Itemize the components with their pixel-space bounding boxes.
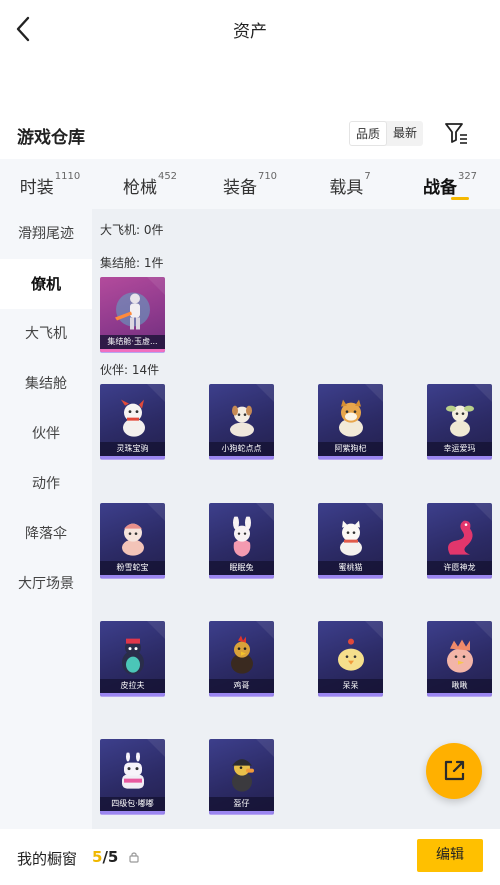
item-card[interactable]: 皮拉夫 xyxy=(100,621,165,696)
sidebar: 滑翔尾迹 僚机 大飞机 集结舱 伙伴 动作 降落伞 大厅场景 xyxy=(0,209,92,829)
showcase-label: 我的橱窗 xyxy=(17,850,78,868)
item-content: 大飞机: 0件 集结舱: 1件 集结舱·玉虚... 伙伴: 14件 灵珠宝驹 小… xyxy=(92,209,500,829)
sidebar-item-wingman[interactable]: 僚机 xyxy=(0,259,92,309)
item-card-label: 灵珠宝驹 xyxy=(100,442,165,456)
share-button[interactable] xyxy=(426,743,482,799)
sidebar-item-emote[interactable]: 动作 xyxy=(0,459,92,509)
sidebar-item-parachute[interactable]: 降落伞 xyxy=(0,509,92,559)
item-card-label: 粉雪蛇宝 xyxy=(100,561,165,575)
tab-equipment[interactable]: 装备710 xyxy=(200,159,300,209)
filter-button[interactable] xyxy=(443,121,469,145)
warehouse-title: 游戏仓库 xyxy=(17,128,85,148)
item-card[interactable]: 集结舱·玉虚... xyxy=(100,277,165,352)
item-card[interactable]: 啾啾 xyxy=(427,621,492,696)
item-card[interactable]: 鸡哥 xyxy=(209,621,274,696)
page-title: 资产 xyxy=(233,22,267,42)
penguin-figure-icon xyxy=(121,638,144,675)
sort-newest-button[interactable]: 最新 xyxy=(387,121,423,146)
sidebar-item-partner[interactable]: 伙伴 xyxy=(0,409,92,459)
item-card[interactable]: 幸运爱玛 xyxy=(427,384,492,459)
item-card-label: 蜜桃猫 xyxy=(318,561,383,575)
item-card-label: 四级包·嘟嘟 xyxy=(100,797,165,811)
item-card-label: 呆呆 xyxy=(318,679,383,693)
active-tab-indicator xyxy=(451,197,469,200)
sidebar-item-rally-pod[interactable]: 集结舱 xyxy=(0,359,92,409)
top-bar: 资产 xyxy=(0,0,500,58)
horse-figure-icon xyxy=(120,399,145,437)
item-card[interactable]: 灵珠宝驹 xyxy=(100,384,165,459)
item-card[interactable]: 蜜桃猫 xyxy=(318,503,383,578)
item-card-label: 眠眠兔 xyxy=(209,561,274,575)
item-card[interactable]: 眠眠兔 xyxy=(209,503,274,578)
dog-figure-icon xyxy=(338,399,363,437)
sort-toggle: 品质 最新 xyxy=(349,121,424,146)
snake-baby-figure-icon xyxy=(121,523,144,556)
alpaca-figure-icon xyxy=(445,405,474,437)
rally-pod-figure-icon xyxy=(114,291,150,329)
sort-quality-button[interactable]: 品质 xyxy=(349,121,388,146)
sidebar-item-glide-trail[interactable]: 滑翔尾迹 xyxy=(0,209,92,259)
sidebar-item-big-plane[interactable]: 大飞机 xyxy=(0,309,92,359)
item-card[interactable]: 许愿神龙 xyxy=(427,503,492,578)
rabbit-figure-icon xyxy=(232,516,251,557)
showcase-count: 5/5 xyxy=(92,848,119,866)
share-external-icon xyxy=(444,760,465,781)
tab-combat-gear[interactable]: 战备327 xyxy=(400,159,500,209)
item-card-label: 皮拉夫 xyxy=(100,679,165,693)
section-title-big-plane: 大飞机: 0件 xyxy=(100,223,164,237)
item-card[interactable]: 小狗蛇点点 xyxy=(209,384,274,459)
tab-fashion[interactable]: 时装1110 xyxy=(0,159,100,209)
dragon-figure-icon xyxy=(447,520,473,555)
item-card[interactable]: 四级包·嘟嘟 xyxy=(100,739,165,814)
item-card-label: 阿紫狗杞 xyxy=(318,442,383,456)
item-card-label: 盔仔 xyxy=(209,797,274,811)
category-tabs: 时装1110 枪械452 装备710 载具7 战备327 xyxy=(0,159,500,209)
robot-figure-icon xyxy=(121,752,144,789)
item-card-label: 集结舱·玉虚... xyxy=(100,335,165,349)
item-card[interactable]: 盔仔 xyxy=(209,739,274,814)
item-card-label: 鸡哥 xyxy=(209,679,274,693)
cat-figure-icon xyxy=(339,520,362,556)
tab-vehicles[interactable]: 载具7 xyxy=(300,159,400,209)
section-title-rally: 集结舱: 1件 xyxy=(100,256,164,270)
tab-guns[interactable]: 枪械452 xyxy=(100,159,200,209)
sidebar-item-lobby-scene[interactable]: 大厅场景 xyxy=(0,559,92,609)
chick-figure-icon xyxy=(337,638,364,671)
item-card[interactable]: 粉雪蛇宝 xyxy=(100,503,165,578)
lock-icon xyxy=(129,852,139,863)
helmet-duck-figure-icon xyxy=(231,758,254,792)
snake-dog-figure-icon xyxy=(229,405,254,437)
item-card-label: 许愿神龙 xyxy=(427,561,492,575)
item-card-label: 幸运爱玛 xyxy=(427,442,492,456)
bird-figure-icon xyxy=(446,639,473,673)
item-card[interactable]: 呆呆 xyxy=(318,621,383,696)
item-card[interactable]: 阿紫狗杞 xyxy=(318,384,383,459)
filter-icon xyxy=(445,123,467,144)
edit-button[interactable]: 编辑 xyxy=(417,839,483,872)
section-title-partner: 伙伴: 14件 xyxy=(100,363,160,377)
item-card-label: 小狗蛇点点 xyxy=(209,442,274,456)
rooster-figure-icon xyxy=(230,635,253,674)
assets-page: 资产 游戏仓库 品质 最新 时装1110 枪械452 装备710 载具7 战备3… xyxy=(0,0,500,885)
item-card-label: 啾啾 xyxy=(427,679,492,693)
